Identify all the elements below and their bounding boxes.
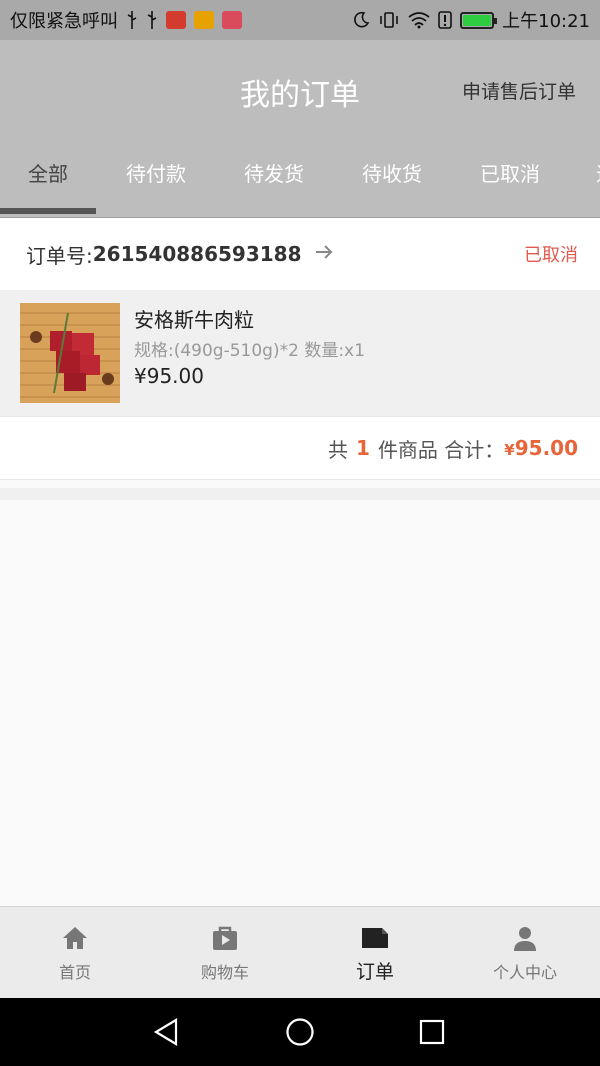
divider [0, 488, 600, 500]
nav-item-cart[interactable]: 购物车 [150, 907, 300, 998]
tab-indicator [0, 208, 96, 214]
order-header: 订单号: 261540886593188 已取消 [0, 218, 600, 290]
status-time: 上午10:21 [502, 11, 590, 32]
summary-middle: 件商品 合计： [377, 437, 505, 462]
order-status-tabs: 全部 待付款 待发货 待收货 已取消 退 [0, 138, 600, 218]
wifi-icon [408, 11, 430, 29]
shopping-bag-icon [210, 923, 240, 953]
vibrate-icon [378, 11, 400, 29]
product-name: 安格斯牛肉粒 [134, 308, 254, 332]
tab-pending-payment[interactable]: 待付款 [108, 138, 204, 217]
tab-pending-receipt[interactable]: 待收货 [344, 138, 440, 217]
system-nav-bar [0, 998, 600, 1066]
tab-pending-shipment[interactable]: 待发货 [226, 138, 322, 217]
moon-icon [352, 11, 370, 29]
status-bar: 仅限紧急呼叫 上午10:21 [0, 0, 600, 40]
tab-cancelled[interactable]: 已取消 [462, 138, 558, 217]
battery-icon [460, 11, 498, 29]
app-icon [222, 11, 242, 29]
summary-count: 1 [356, 436, 370, 460]
nav-label-orders: 订单 [355, 961, 394, 983]
title-bar: 我的订单 申请售后订单 [0, 40, 600, 138]
app-icon [166, 11, 186, 29]
order-number: 261540886593188 [92, 242, 302, 266]
back-icon[interactable] [148, 1014, 184, 1050]
home-circle-icon[interactable] [282, 1014, 318, 1050]
product-price: ¥95.00 [134, 364, 204, 388]
arrow-right-icon[interactable] [314, 242, 334, 267]
goods-item[interactable]: 安格斯牛肉粒 规格:(490g-510g)*2 数量:x1 ¥95.00 [0, 290, 600, 416]
nav-label-profile: 个人中心 [492, 963, 557, 982]
alert-icon [438, 11, 452, 29]
recents-icon[interactable] [414, 1014, 450, 1050]
summary-total: ¥95.00 [504, 436, 578, 460]
app-icon [194, 11, 214, 29]
nav-label-cart: 购物车 [200, 963, 249, 982]
order-card[interactable]: 订单号: 261540886593188 已取消 安格斯牛肉粒 规格:(490g… [0, 218, 600, 480]
summary-prefix: 共 [328, 437, 349, 462]
nav-item-home[interactable]: 首页 [0, 907, 150, 998]
order-status-badge: 已取消 [524, 245, 578, 266]
usb-icon [126, 11, 138, 29]
product-image [20, 303, 120, 403]
summary-total-value: 95.00 [514, 436, 578, 460]
person-icon [510, 923, 540, 953]
order-summary: 共 1 件商品 合计： ¥95.00 [0, 416, 600, 480]
nav-item-orders[interactable]: 订单 [300, 907, 450, 998]
usb-icon [146, 11, 158, 29]
tab-refund[interactable]: 退 [580, 138, 600, 217]
product-spec: 规格:(490g-510g)*2 数量:x1 [134, 341, 365, 361]
home-icon [60, 923, 90, 953]
bottom-nav: 首页 购物车 订单 个人中心 [0, 906, 600, 998]
nav-item-profile[interactable]: 个人中心 [450, 907, 600, 998]
nav-label-home: 首页 [58, 963, 91, 982]
aftersale-orders-link[interactable]: 申请售后订单 [462, 77, 576, 104]
summary-currency: ¥ [504, 441, 515, 459]
order-number-label: 订单号: [26, 243, 93, 268]
order-icon [360, 923, 390, 953]
tab-all[interactable]: 全部 [0, 138, 96, 217]
status-carrier-text: 仅限紧急呼叫 [10, 11, 118, 32]
